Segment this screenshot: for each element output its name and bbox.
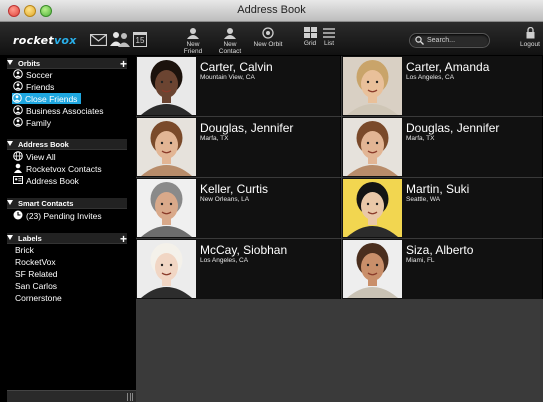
contact-location: Los Angeles, CA — [200, 257, 249, 264]
sidebar: Orbits + Soccer Friends Close Friends Busin… — [0, 56, 136, 402]
contact-photo — [137, 118, 196, 176]
labels-section-header[interactable]: Labels + — [7, 232, 127, 246]
window-title: Address Book — [237, 4, 306, 16]
sidebar-item-label[interactable]: RocketVox — [15, 257, 56, 268]
globe-icon — [13, 151, 23, 161]
contact-card[interactable]: McCay, Siobhan Los Angeles, CA — [136, 239, 341, 299]
new-friend-button[interactable]: New Friend — [177, 27, 209, 55]
contacts-icon[interactable] — [110, 31, 130, 47]
disclosure-triangle-icon[interactable] — [7, 235, 13, 240]
sidebar-item-address-book[interactable]: Address Book — [13, 175, 79, 186]
contact-location: Miami, FL — [406, 257, 435, 264]
new-contact-icon — [224, 28, 236, 39]
grid-view-icon — [303, 27, 317, 38]
contact-name: Carter, Amanda — [406, 60, 490, 74]
contact-photo — [343, 179, 402, 237]
clock-icon — [13, 210, 23, 220]
orbit-icon — [13, 81, 23, 91]
search-icon — [415, 36, 424, 45]
disclosure-triangle-icon[interactable] — [7, 60, 13, 65]
orbit-icon — [13, 117, 23, 127]
disclosure-triangle-icon[interactable] — [7, 200, 13, 205]
contact-name: Douglas, Jennifer — [406, 121, 500, 135]
contacts-grid: Carter, Calvin Mountain View, CA Carter, A… — [136, 56, 543, 402]
contact-location: Mountain View, CA — [200, 74, 255, 81]
contact-name: Douglas, Jennifer — [200, 121, 294, 135]
orbit-icon — [13, 69, 23, 79]
new-orbit-button[interactable]: New Orbit — [253, 27, 283, 48]
contact-location: Seattle, WA — [406, 196, 441, 203]
disclosure-triangle-icon[interactable] — [7, 141, 13, 146]
resize-grip-icon[interactable] — [127, 393, 133, 401]
sidebar-item-label[interactable]: San Carlos — [15, 281, 57, 292]
contact-name: Siza, Alberto — [406, 243, 474, 257]
sidebar-item-view-all[interactable]: View All — [13, 151, 56, 162]
contact-location: New Orleans, LA — [200, 196, 250, 203]
sidebar-item-orbit[interactable]: Business Associates — [13, 105, 103, 116]
sidebar-item-orbit[interactable]: Family — [13, 117, 51, 128]
calendar-icon[interactable]: 15 — [133, 32, 147, 47]
logout-button[interactable]: Logout — [519, 27, 541, 48]
add-orbit-button[interactable]: + — [120, 57, 127, 71]
contact-card[interactable]: Douglas, Jennifer Marfa, TX — [342, 117, 543, 177]
new-orbit-icon — [262, 27, 274, 39]
contact-photo — [343, 57, 402, 115]
contact-name: McCay, Siobhan — [200, 243, 288, 257]
sidebar-item-label[interactable]: Cornerstone — [15, 293, 62, 304]
contact-location: Los Angeles, CA — [406, 74, 455, 81]
smart-contacts-section-header[interactable]: Smart Contacts — [7, 199, 127, 210]
sidebar-item-label[interactable]: SF Related — [15, 269, 58, 280]
grid-view-button[interactable]: Grid — [303, 27, 317, 47]
contact-card[interactable]: Carter, Calvin Mountain View, CA — [136, 56, 341, 116]
sidebar-footer — [7, 390, 136, 402]
new-friend-icon — [187, 28, 199, 39]
contact-name: Carter, Calvin — [200, 60, 273, 74]
search-field[interactable]: Search... — [409, 33, 490, 48]
sidebar-item-pending-invites[interactable]: (23) Pending Invites — [13, 210, 102, 221]
contact-card[interactable]: Siza, Alberto Miami, FL — [342, 239, 543, 299]
list-view-icon — [323, 28, 335, 38]
orbit-icon — [13, 105, 23, 115]
contact-name: Keller, Curtis — [200, 182, 269, 196]
orbit-icon — [12, 93, 22, 103]
contact-photo — [137, 57, 196, 115]
contact-photo — [343, 240, 402, 298]
address-book-section-header[interactable]: Address Book — [7, 140, 127, 151]
sidebar-item-rocketvox-contacts[interactable]: Rocketvox Contacts — [13, 163, 102, 174]
contact-card[interactable]: Keller, Curtis New Orleans, LA — [136, 178, 341, 238]
contact-card[interactable]: Carter, Amanda Los Angeles, CA — [342, 56, 543, 116]
sidebar-item-orbit[interactable]: Close Friends — [12, 93, 82, 104]
lock-icon — [526, 27, 534, 39]
contact-photo — [343, 118, 402, 176]
contact-location: Marfa, TX — [200, 135, 229, 142]
list-view-button[interactable]: List — [322, 27, 336, 47]
mail-icon[interactable] — [90, 34, 107, 46]
contact-card[interactable]: Douglas, Jennifer Marfa, TX — [136, 117, 341, 177]
contact-name: Martin, Suki — [406, 182, 470, 196]
sidebar-item-orbit[interactable]: Soccer — [13, 69, 52, 80]
sidebar-item-orbit[interactable]: Friends — [13, 81, 54, 92]
contact-location: Marfa, TX — [406, 135, 435, 142]
person-icon — [14, 163, 22, 173]
new-contact-button[interactable]: New Contact — [212, 27, 248, 55]
search-placeholder: Search... — [427, 36, 456, 44]
sidebar-item-label[interactable]: Brick — [15, 245, 34, 256]
add-label-button[interactable]: + — [120, 232, 127, 246]
toolbar: rocketvox 15 New Friend New Contact New … — [0, 22, 543, 56]
address-card-icon — [13, 176, 23, 184]
contact-photo — [137, 240, 196, 298]
title-bar: Address Book — [0, 0, 543, 22]
contact-photo — [137, 179, 196, 237]
contact-card[interactable]: Martin, Suki Seattle, WA — [342, 178, 543, 238]
rocketvox-logo: rocketvox — [13, 34, 77, 47]
